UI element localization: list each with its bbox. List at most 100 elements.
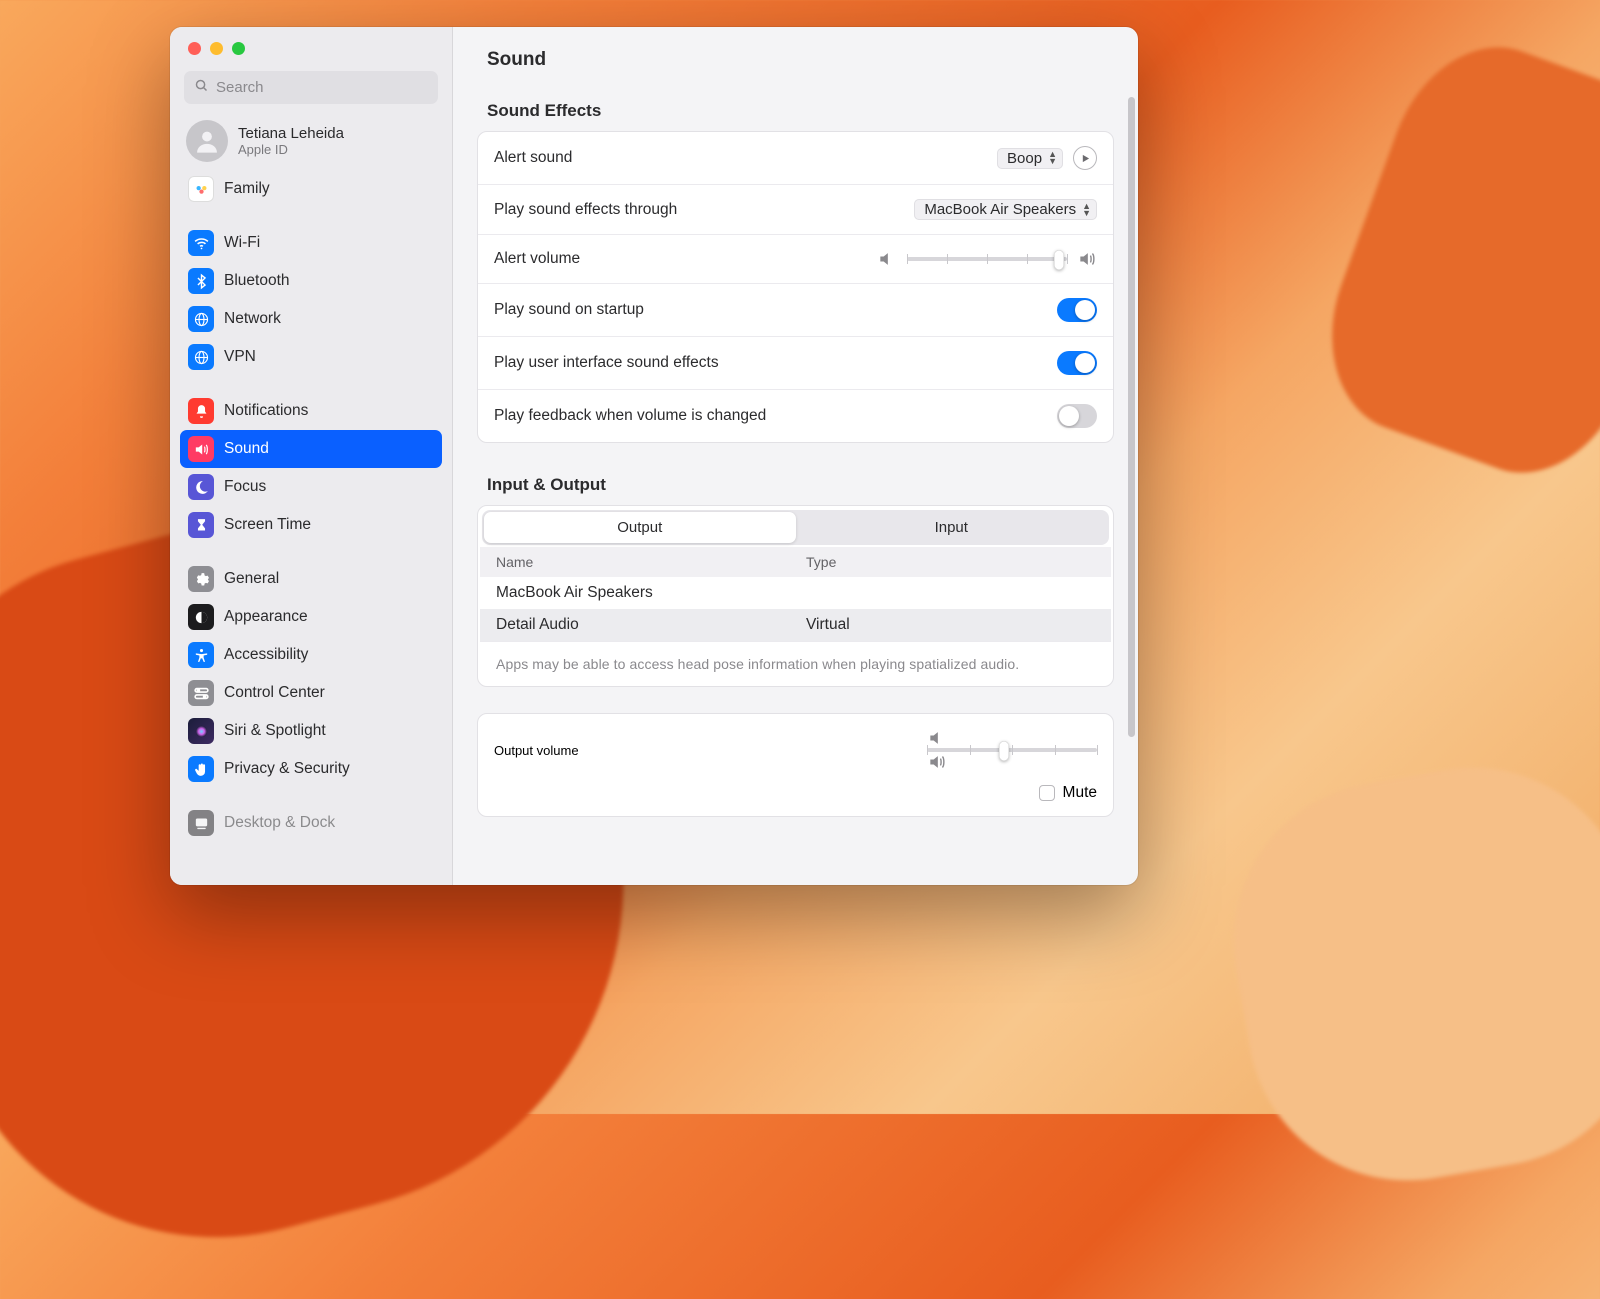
vpn-icon — [188, 344, 214, 370]
io-tabs: Output Input — [482, 510, 1109, 545]
speaker-icon — [188, 436, 214, 462]
search-icon — [194, 78, 209, 97]
sidebar-item-label: Control Center — [224, 684, 325, 702]
sidebar-item-control-center[interactable]: Control Center — [180, 674, 442, 712]
account-name: Tetiana Leheida — [238, 125, 344, 142]
hourglass-icon — [188, 512, 214, 538]
search-field[interactable] — [184, 71, 438, 104]
io-note: Apps may be able to access head pose inf… — [480, 641, 1111, 686]
sidebar-item-general[interactable]: General — [180, 560, 442, 598]
sidebar-item-label: Family — [224, 180, 270, 198]
output-volume-slider[interactable] — [927, 748, 1097, 752]
row-output-volume: Output volume — [494, 728, 1097, 772]
col-type: Type — [806, 554, 836, 570]
sidebar-account[interactable]: Tetiana Leheida Apple ID — [180, 112, 442, 170]
volume-high-icon — [1077, 249, 1097, 269]
sidebar-item-bluetooth[interactable]: Bluetooth — [180, 262, 442, 300]
sidebar-item-privacy-security[interactable]: Privacy & Security — [180, 750, 442, 788]
family-icon — [188, 176, 214, 202]
row-ui-sounds: Play user interface sound effects — [478, 337, 1113, 390]
wallpaper-shape — [1208, 742, 1600, 1205]
account-sub: Apple ID — [238, 142, 344, 157]
sidebar-item-sound[interactable]: Sound — [180, 430, 442, 468]
table-row[interactable]: Detail Audio Virtual — [480, 609, 1111, 641]
close-button[interactable] — [188, 42, 201, 55]
sidebar-item-label: Siri & Spotlight — [224, 722, 326, 740]
row-volume-feedback: Play feedback when volume is changed — [478, 390, 1113, 442]
dock-icon — [188, 810, 214, 836]
sidebar-item-label: Network — [224, 310, 281, 328]
sidebar-item-label: Screen Time — [224, 516, 311, 534]
startup-sound-toggle[interactable] — [1057, 298, 1097, 322]
row-alert-volume: Alert volume — [478, 235, 1113, 284]
sidebar-item-label: Appearance — [224, 608, 308, 626]
sidebar-item-wifi[interactable]: Wi-Fi — [180, 224, 442, 262]
output-volume-label: Output volume — [494, 743, 579, 758]
sidebar-item-label: VPN — [224, 348, 256, 366]
device-name: Detail Audio — [496, 616, 806, 634]
sidebar-item-label: Wi-Fi — [224, 234, 260, 252]
section-sound-effects-title: Sound Effects — [477, 95, 1114, 131]
avatar — [186, 120, 228, 162]
volume-feedback-label: Play feedback when volume is changed — [494, 407, 1057, 425]
sidebar-item-desktop-dock[interactable]: Desktop & Dock — [180, 804, 442, 842]
section-io-title: Input & Output — [477, 469, 1114, 505]
minimize-button[interactable] — [210, 42, 223, 55]
sidebar-item-label: General — [224, 570, 279, 588]
row-play-through: Play sound effects through MacBook Air S… — [478, 185, 1113, 235]
gear-icon — [188, 566, 214, 592]
sidebar-item-label: Sound — [224, 440, 269, 458]
ui-sounds-toggle[interactable] — [1057, 351, 1097, 375]
output-volume-panel: Output volume — [477, 713, 1114, 817]
sidebar-item-notifications[interactable]: Notifications — [180, 392, 442, 430]
sidebar-item-appearance[interactable]: Appearance — [180, 598, 442, 636]
sidebar-item-accessibility[interactable]: Accessibility — [180, 636, 442, 674]
play-through-value: MacBook Air Speakers — [924, 201, 1076, 218]
devices-table: Name Type MacBook Air Speakers Detail Au… — [480, 547, 1111, 686]
sidebar-item-focus[interactable]: Focus — [180, 468, 442, 506]
play-through-label: Play sound effects through — [494, 201, 914, 219]
sidebar-item-label: Focus — [224, 478, 266, 496]
wifi-icon — [188, 230, 214, 256]
play-alert-button[interactable] — [1073, 146, 1097, 170]
bell-icon — [188, 398, 214, 424]
zoom-button[interactable] — [232, 42, 245, 55]
alert-sound-value: Boop — [1007, 150, 1042, 167]
page-title: Sound — [487, 49, 1104, 71]
col-name: Name — [496, 554, 806, 570]
row-startup-sound: Play sound on startup — [478, 284, 1113, 337]
sidebar-item-network[interactable]: Network — [180, 300, 442, 338]
alert-sound-popup[interactable]: Boop ▲▼ — [997, 148, 1063, 169]
volume-feedback-toggle[interactable] — [1057, 404, 1097, 428]
moon-icon — [188, 474, 214, 500]
sidebar: Tetiana Leheida Apple ID Family Wi-Fi Bl… — [170, 27, 453, 885]
scrollbar[interactable] — [1128, 97, 1135, 737]
sidebar-item-siri-spotlight[interactable]: Siri & Spotlight — [180, 712, 442, 750]
startup-sound-label: Play sound on startup — [494, 301, 1057, 319]
window-controls — [170, 27, 452, 67]
sidebar-item-vpn[interactable]: VPN — [180, 338, 442, 376]
sidebar-item-label: Notifications — [224, 402, 308, 420]
alert-sound-label: Alert sound — [494, 149, 997, 167]
mute-checkbox[interactable] — [1039, 785, 1055, 801]
tab-input[interactable]: Input — [796, 512, 1108, 543]
appearance-icon — [188, 604, 214, 630]
hand-icon — [188, 756, 214, 782]
table-header: Name Type — [480, 547, 1111, 577]
io-panel: Output Input Name Type MacBook Air Speak… — [477, 505, 1114, 687]
switches-icon — [188, 680, 214, 706]
play-through-popup[interactable]: MacBook Air Speakers ▲▼ — [914, 199, 1097, 220]
sidebar-item-screen-time[interactable]: Screen Time — [180, 506, 442, 544]
sidebar-item-label: Bluetooth — [224, 272, 290, 290]
chevron-updown-icon: ▲▼ — [1082, 203, 1091, 217]
chevron-updown-icon: ▲▼ — [1048, 151, 1057, 165]
system-settings-window: Tetiana Leheida Apple ID Family Wi-Fi Bl… — [170, 27, 1138, 885]
table-row[interactable]: MacBook Air Speakers — [480, 577, 1111, 609]
search-input[interactable] — [216, 79, 428, 96]
sidebar-item-family[interactable]: Family — [180, 170, 442, 208]
device-type: Virtual — [806, 616, 850, 634]
main-content: Sound Sound Effects Alert sound Boop ▲▼ — [453, 27, 1138, 885]
volume-high-icon — [927, 752, 1097, 772]
alert-volume-slider[interactable] — [907, 257, 1067, 261]
tab-output[interactable]: Output — [484, 512, 796, 543]
